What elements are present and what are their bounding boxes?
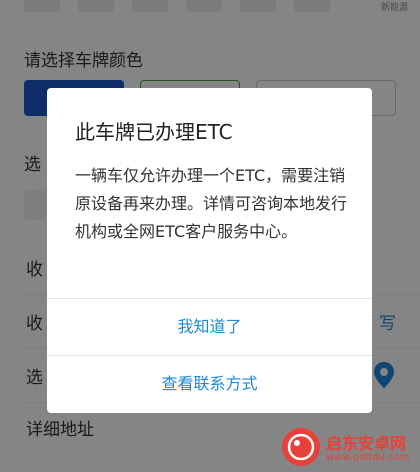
- dialog-message: 一辆车仅允许办理一个ETC，需要注销原设备再来办理。详情可咨询本地发行机构或全网…: [75, 166, 348, 241]
- watermark-logo-icon: [282, 428, 320, 466]
- etc-registered-dialog: 此车牌已办理ETC 一辆车仅允许办理一个ETC，需要注销原设备再来办理。详情可咨…: [47, 88, 372, 413]
- view-contact-button[interactable]: 查看联系方式: [47, 356, 372, 412]
- site-watermark: 启东安卓网 www.qdltdu.com: [282, 428, 416, 470]
- dialog-title: 此车牌已办理ETC: [75, 120, 233, 144]
- got-it-button[interactable]: 我知道了: [47, 299, 372, 355]
- watermark-url: www.qdltdu.com: [326, 452, 410, 463]
- watermark-name: 启东安卓网: [326, 434, 407, 453]
